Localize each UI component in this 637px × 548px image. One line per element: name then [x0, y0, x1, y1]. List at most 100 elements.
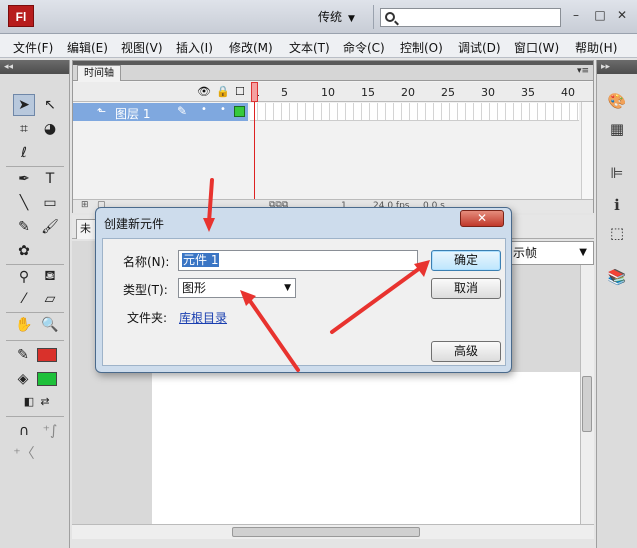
chevron-down-icon: ▼	[284, 283, 291, 293]
search-input[interactable]	[380, 8, 561, 27]
maximize-icon[interactable]: □	[592, 8, 608, 22]
layer-outline-color[interactable]	[234, 106, 245, 117]
menu-text[interactable]: 文本(T)	[289, 39, 330, 56]
visible-dot-icon[interactable]: •	[201, 104, 207, 115]
timeline-panel: 时间轴 ▾≡ 👁 🔒 ☐ 1 5 10 15 20 25 30 35 40 ⬑ …	[72, 60, 594, 213]
lock-icon[interactable]: 🔒	[216, 85, 230, 98]
stage[interactable]	[152, 372, 580, 524]
close-icon[interactable]: ✕	[460, 210, 504, 227]
create-symbol-dialog: 创建新元件 ✕ 名称(N): 元件 1 类型(T): 图形 ▼ 文件夹: 库根目…	[95, 207, 512, 373]
pencil-tool-icon[interactable]: ✎	[13, 216, 35, 238]
frame-number: 35	[521, 86, 535, 99]
close-icon[interactable]: ✕	[614, 8, 630, 22]
workspace-label: 传统	[318, 10, 343, 24]
3d-rotation-tool-icon[interactable]: ◕	[39, 118, 61, 140]
selection-tool-icon[interactable]: ➤	[13, 94, 35, 116]
menu-edit[interactable]: 编辑(E)	[67, 39, 108, 56]
fill-color-icon[interactable]: ◈	[12, 368, 34, 390]
panel-menu-icon[interactable]: ▾≡	[577, 66, 589, 76]
timeline-header: 👁 🔒 ☐ 1 5 10 15 20 25 30 35 40	[73, 82, 593, 102]
outline-icon[interactable]: ☐	[235, 85, 245, 98]
subselection-tool-icon[interactable]: ↖	[39, 94, 61, 116]
dialog-body: 名称(N): 元件 1 类型(T): 图形 ▼ 文件夹: 库根目录 确定 取消 …	[102, 238, 506, 366]
eye-icon[interactable]: 👁	[197, 85, 211, 98]
pencil-edit-icon: ✎	[177, 104, 188, 118]
menu-insert[interactable]: 插入(I)	[176, 39, 213, 56]
menu-view[interactable]: 视图(V)	[121, 39, 163, 56]
library-panel-icon[interactable]: 📚	[605, 266, 629, 288]
chevron-down-icon: ▼	[579, 247, 587, 258]
chevron-down-icon: ▼	[348, 14, 355, 24]
title-bar: Fl 传统 ▼ – □ ✕	[0, 0, 637, 34]
frame-number: 10	[321, 86, 335, 99]
tab-timeline[interactable]: 时间轴	[77, 65, 121, 81]
workspace-switcher[interactable]: 传统 ▼	[318, 8, 355, 25]
panel-expand-icon[interactable]: ▸▸	[597, 60, 637, 74]
menu-modify[interactable]: 修改(M)	[229, 39, 273, 56]
dialog-title: 创建新元件	[104, 217, 165, 231]
brush-tool-icon[interactable]: 🖌	[39, 216, 61, 238]
cancel-button[interactable]: 取消	[431, 278, 501, 299]
tools-divider	[6, 312, 64, 313]
menu-help[interactable]: 帮助(H)	[575, 39, 617, 56]
color-panel-icon[interactable]: 🎨	[605, 90, 629, 112]
snap-to-objects-icon[interactable]: ∩	[13, 420, 35, 442]
symbol-type-select[interactable]: 图形 ▼	[178, 278, 296, 298]
frame-number: 15	[361, 86, 375, 99]
ok-button[interactable]: 确定	[431, 250, 501, 271]
hand-tool-icon[interactable]: ✋	[13, 314, 35, 336]
name-label: 名称(N):	[123, 255, 170, 269]
transform-panel-icon[interactable]: ⬚	[605, 222, 629, 244]
tools-divider	[6, 264, 64, 265]
align-panel-icon[interactable]: ⊫	[605, 162, 629, 184]
layer-row[interactable]: ⬑ 图层 1 ✎ • •	[73, 103, 248, 121]
lasso-tool-icon[interactable]: ℓ	[13, 142, 35, 164]
free-transform-tool-icon[interactable]: ⌗	[13, 118, 35, 140]
smooth-icon[interactable]: ⁺∫	[39, 420, 61, 442]
rectangle-tool-icon[interactable]: ▭	[39, 192, 61, 214]
line-tool-icon[interactable]: ╲	[13, 192, 35, 214]
straighten-icon[interactable]: ⁺〈	[13, 442, 35, 464]
menu-commands[interactable]: 命令(C)	[343, 39, 385, 56]
zoom-tool-icon[interactable]: 🔍	[39, 314, 61, 336]
playhead-handle[interactable]	[251, 82, 258, 102]
folder-link[interactable]: 库根目录	[179, 309, 227, 326]
stage-vscroll-thumb[interactable]	[582, 376, 592, 432]
advanced-button[interactable]: 高级	[431, 341, 501, 362]
menu-file[interactable]: 文件(F)	[13, 39, 53, 56]
timeline-vscroll[interactable]	[581, 102, 593, 199]
layer-type-icon: ⬑	[97, 105, 107, 118]
swap-colors-icon[interactable]: ⇄	[34, 390, 56, 412]
playhead[interactable]	[251, 82, 258, 214]
deco-tool-icon[interactable]: ✿	[13, 240, 35, 262]
stroke-color-swatch[interactable]	[37, 348, 57, 362]
paint-bucket-tool-icon[interactable]: ⛾	[39, 266, 61, 288]
menu-control[interactable]: 控制(O)	[400, 39, 443, 56]
frames-grid[interactable]	[250, 103, 579, 121]
search-icon	[385, 12, 395, 22]
right-panel-dock: ▸▸ 🎨 ▦ ⊫ ℹ ⬚ 📚	[596, 60, 637, 548]
bone-tool-icon[interactable]: ⚲	[13, 266, 35, 288]
tools-divider	[6, 340, 64, 341]
stage-hscroll-thumb[interactable]	[232, 527, 420, 537]
menu-window[interactable]: 窗口(W)	[514, 39, 559, 56]
stroke-color-icon[interactable]: ✎	[12, 344, 34, 366]
swatches-panel-icon[interactable]: ▦	[605, 118, 629, 140]
fill-color-swatch[interactable]	[37, 372, 57, 386]
symbol-name-value: 元件 1	[182, 253, 220, 267]
eyedropper-tool-icon[interactable]: ⁄	[13, 288, 35, 310]
folder-label: 文件夹:	[127, 311, 168, 325]
tools-panel: ◂◂ ➤ ↖ ⌗ ◕ ℓ ✒ T ╲ ▭ ✎ 🖌 ✿ ⚲ ⛾ ⁄ ▱ ✋ 🔍 ✎…	[0, 60, 70, 548]
minimize-icon[interactable]: –	[568, 8, 584, 22]
lock-dot-icon[interactable]: •	[220, 104, 226, 115]
pen-tool-icon[interactable]: ✒	[13, 168, 35, 190]
info-panel-icon[interactable]: ℹ	[605, 194, 629, 216]
layer-name[interactable]: 图层 1	[115, 105, 150, 122]
frame-number: 25	[441, 86, 455, 99]
symbol-name-input[interactable]: 元件 1	[178, 250, 418, 271]
tools-collapse-icon[interactable]: ◂◂	[0, 60, 69, 74]
menu-debug[interactable]: 调试(D)	[458, 39, 501, 56]
new-layer-icon[interactable]: ⊞	[81, 200, 89, 210]
text-tool-icon[interactable]: T	[39, 168, 61, 190]
eraser-tool-icon[interactable]: ▱	[39, 288, 61, 310]
